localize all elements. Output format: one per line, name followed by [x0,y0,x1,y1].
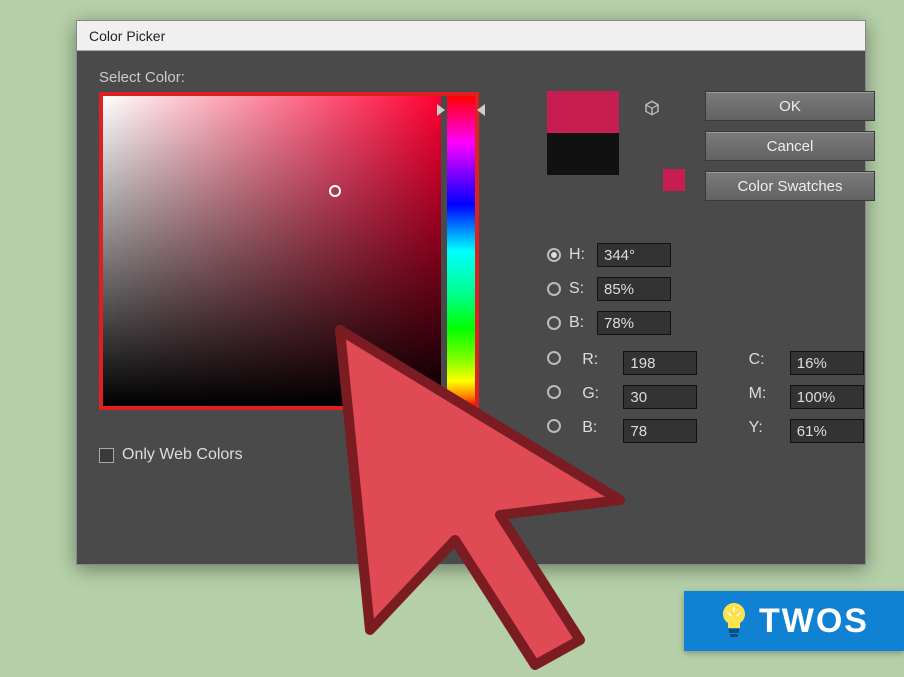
cube-icon [639,91,661,122]
only-web-colors-label: Only Web Colors [122,446,243,464]
color-field-frame [99,92,479,410]
input-s[interactable] [597,277,671,301]
color-preview [547,91,619,175]
current-color-swatch[interactable] [547,133,619,175]
radio-h[interactable] [547,248,561,262]
brand-watermark: TWOS [684,591,904,651]
label-h: H: [569,246,589,264]
label-b: B: [569,314,589,332]
cancel-button[interactable]: Cancel [705,131,875,161]
color-picker-dialog: Color Picker Select Color: Only Web Colo… [76,20,866,565]
radio-s[interactable] [547,282,561,296]
input-g[interactable] [623,385,697,409]
brand-text: TWOS [759,602,869,641]
hue-marker-right-icon [477,104,485,116]
label-g: G: [582,385,602,409]
hue-slider[interactable] [447,96,475,406]
window-title: Color Picker [89,28,165,44]
radio-r[interactable] [547,351,561,365]
input-m[interactable] [790,385,864,409]
radio-b[interactable] [547,316,561,330]
radio-rgb-b[interactable] [547,419,561,433]
only-web-colors-checkbox[interactable] [99,448,114,463]
select-color-label: Select Color: [99,69,519,86]
only-web-colors-row[interactable]: Only Web Colors [99,446,519,464]
label-rgb-b: B: [582,419,602,443]
saturation-brightness-field[interactable] [103,96,441,406]
radio-g[interactable] [547,385,561,399]
titlebar[interactable]: Color Picker [77,21,865,51]
color-field-marker[interactable] [329,185,341,197]
hue-marker-left-icon [437,104,445,116]
input-b[interactable] [597,311,671,335]
new-color-swatch[interactable] [547,91,619,133]
label-y: Y: [749,419,769,443]
label-s: S: [569,280,589,298]
color-swatches-button[interactable]: Color Swatches [705,171,875,201]
input-r[interactable] [623,351,697,375]
label-r: R: [582,351,602,375]
label-c: C: [749,351,769,375]
label-m: M: [749,385,769,409]
input-c[interactable] [790,351,864,375]
ok-button[interactable]: OK [705,91,875,121]
input-h[interactable] [597,243,671,267]
mini-swatch[interactable] [663,169,685,191]
input-rgb-b[interactable] [623,419,697,443]
input-y[interactable] [790,419,864,443]
lightbulb-icon [719,601,749,641]
